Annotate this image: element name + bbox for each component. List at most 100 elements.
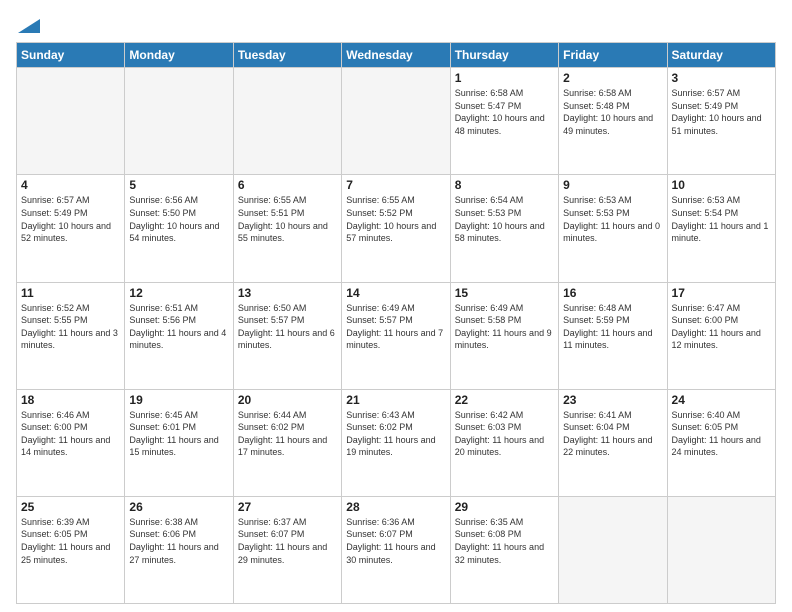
day-info: Sunrise: 6:45 AMSunset: 6:01 PMDaylight:… <box>129 409 228 459</box>
day-cell: 26 Sunrise: 6:38 AMSunset: 6:06 PMDayligh… <box>125 496 233 603</box>
weekday-sunday: Sunday <box>17 43 125 68</box>
day-info: Sunrise: 6:55 AMSunset: 5:51 PMDaylight:… <box>238 194 337 244</box>
day-number: 23 <box>563 393 662 407</box>
day-number: 18 <box>21 393 120 407</box>
day-cell: 23 Sunrise: 6:41 AMSunset: 6:04 PMDayligh… <box>559 389 667 496</box>
weekday-thursday: Thursday <box>450 43 558 68</box>
day-info: Sunrise: 6:46 AMSunset: 6:00 PMDaylight:… <box>21 409 120 459</box>
weekday-saturday: Saturday <box>667 43 775 68</box>
day-number: 20 <box>238 393 337 407</box>
day-cell: 16 Sunrise: 6:48 AMSunset: 5:59 PMDayligh… <box>559 282 667 389</box>
week-row-1: 1 Sunrise: 6:58 AMSunset: 5:47 PMDaylight… <box>17 68 776 175</box>
day-number: 28 <box>346 500 445 514</box>
day-info: Sunrise: 6:48 AMSunset: 5:59 PMDaylight:… <box>563 302 662 352</box>
day-cell: 12 Sunrise: 6:51 AMSunset: 5:56 PMDayligh… <box>125 282 233 389</box>
day-cell: 28 Sunrise: 6:36 AMSunset: 6:07 PMDayligh… <box>342 496 450 603</box>
day-info: Sunrise: 6:51 AMSunset: 5:56 PMDaylight:… <box>129 302 228 352</box>
day-info: Sunrise: 6:38 AMSunset: 6:06 PMDaylight:… <box>129 516 228 566</box>
day-number: 12 <box>129 286 228 300</box>
day-info: Sunrise: 6:53 AMSunset: 5:54 PMDaylight:… <box>672 194 771 244</box>
day-info: Sunrise: 6:57 AMSunset: 5:49 PMDaylight:… <box>21 194 120 244</box>
day-info: Sunrise: 6:49 AMSunset: 5:57 PMDaylight:… <box>346 302 445 352</box>
day-number: 19 <box>129 393 228 407</box>
day-info: Sunrise: 6:41 AMSunset: 6:04 PMDaylight:… <box>563 409 662 459</box>
week-row-5: 25 Sunrise: 6:39 AMSunset: 6:05 PMDayligh… <box>17 496 776 603</box>
day-number: 10 <box>672 178 771 192</box>
day-number: 9 <box>563 178 662 192</box>
day-cell: 4Sunrise: 6:57 AMSunset: 5:49 PMDaylight… <box>17 175 125 282</box>
day-cell <box>342 68 450 175</box>
day-number: 27 <box>238 500 337 514</box>
day-cell: 6 Sunrise: 6:55 AMSunset: 5:51 PMDaylight… <box>233 175 341 282</box>
day-info: Sunrise: 6:43 AMSunset: 6:02 PMDaylight:… <box>346 409 445 459</box>
day-cell: 18 Sunrise: 6:46 AMSunset: 6:00 PMDayligh… <box>17 389 125 496</box>
day-info: Sunrise: 6:44 AMSunset: 6:02 PMDaylight:… <box>238 409 337 459</box>
day-cell <box>233 68 341 175</box>
day-info: Sunrise: 6:42 AMSunset: 6:03 PMDaylight:… <box>455 409 554 459</box>
day-cell: 1 Sunrise: 6:58 AMSunset: 5:47 PMDaylight… <box>450 68 558 175</box>
day-info: Sunrise: 6:56 AMSunset: 5:50 PMDaylight:… <box>129 194 228 244</box>
day-info: Sunrise: 6:52 AMSunset: 5:55 PMDaylight:… <box>21 302 120 352</box>
day-number: 13 <box>238 286 337 300</box>
day-cell: 2 Sunrise: 6:58 AMSunset: 5:48 PMDaylight… <box>559 68 667 175</box>
day-cell: 29 Sunrise: 6:35 AMSunset: 6:08 PMDayligh… <box>450 496 558 603</box>
day-cell: 14 Sunrise: 6:49 AMSunset: 5:57 PMDayligh… <box>342 282 450 389</box>
day-cell: 10 Sunrise: 6:53 AMSunset: 5:54 PMDayligh… <box>667 175 775 282</box>
day-number: 7 <box>346 178 445 192</box>
day-cell <box>125 68 233 175</box>
day-cell: 27 Sunrise: 6:37 AMSunset: 6:07 PMDayligh… <box>233 496 341 603</box>
day-cell <box>17 68 125 175</box>
day-cell: 20 Sunrise: 6:44 AMSunset: 6:02 PMDayligh… <box>233 389 341 496</box>
day-number: 6 <box>238 178 337 192</box>
day-cell: 7Sunrise: 6:55 AMSunset: 5:52 PMDaylight… <box>342 175 450 282</box>
day-info: Sunrise: 6:37 AMSunset: 6:07 PMDaylight:… <box>238 516 337 566</box>
day-cell: 24 Sunrise: 6:40 AMSunset: 6:05 PMDayligh… <box>667 389 775 496</box>
day-cell: 15Sunrise: 6:49 AMSunset: 5:58 PMDayligh… <box>450 282 558 389</box>
day-number: 29 <box>455 500 554 514</box>
day-info: Sunrise: 6:40 AMSunset: 6:05 PMDaylight:… <box>672 409 771 459</box>
week-row-2: 4Sunrise: 6:57 AMSunset: 5:49 PMDaylight… <box>17 175 776 282</box>
day-cell: 21 Sunrise: 6:43 AMSunset: 6:02 PMDayligh… <box>342 389 450 496</box>
day-cell: 8 Sunrise: 6:54 AMSunset: 5:53 PMDaylight… <box>450 175 558 282</box>
day-info: Sunrise: 6:54 AMSunset: 5:53 PMDaylight:… <box>455 194 554 244</box>
day-info: Sunrise: 6:57 AMSunset: 5:49 PMDaylight:… <box>672 87 771 137</box>
day-info: Sunrise: 6:36 AMSunset: 6:07 PMDaylight:… <box>346 516 445 566</box>
day-number: 2 <box>563 71 662 85</box>
day-number: 25 <box>21 500 120 514</box>
day-info: Sunrise: 6:50 AMSunset: 5:57 PMDaylight:… <box>238 302 337 352</box>
weekday-wednesday: Wednesday <box>342 43 450 68</box>
logo-icon <box>18 19 40 33</box>
day-number: 8 <box>455 178 554 192</box>
day-cell <box>559 496 667 603</box>
day-info: Sunrise: 6:58 AMSunset: 5:47 PMDaylight:… <box>455 87 554 137</box>
day-info: Sunrise: 6:35 AMSunset: 6:08 PMDaylight:… <box>455 516 554 566</box>
header <box>16 12 776 36</box>
day-number: 3 <box>672 71 771 85</box>
day-number: 17 <box>672 286 771 300</box>
day-cell <box>667 496 775 603</box>
day-cell: 13 Sunrise: 6:50 AMSunset: 5:57 PMDayligh… <box>233 282 341 389</box>
day-number: 16 <box>563 286 662 300</box>
day-info: Sunrise: 6:47 AMSunset: 6:00 PMDaylight:… <box>672 302 771 352</box>
day-number: 21 <box>346 393 445 407</box>
day-cell: 25 Sunrise: 6:39 AMSunset: 6:05 PMDayligh… <box>17 496 125 603</box>
day-number: 24 <box>672 393 771 407</box>
day-number: 11 <box>21 286 120 300</box>
weekday-tuesday: Tuesday <box>233 43 341 68</box>
day-cell: 3 Sunrise: 6:57 AMSunset: 5:49 PMDaylight… <box>667 68 775 175</box>
week-row-3: 11 Sunrise: 6:52 AMSunset: 5:55 PMDayligh… <box>17 282 776 389</box>
day-cell: 11 Sunrise: 6:52 AMSunset: 5:55 PMDayligh… <box>17 282 125 389</box>
day-cell: 5 Sunrise: 6:56 AMSunset: 5:50 PMDaylight… <box>125 175 233 282</box>
day-cell: 19 Sunrise: 6:45 AMSunset: 6:01 PMDayligh… <box>125 389 233 496</box>
day-number: 14 <box>346 286 445 300</box>
day-number: 1 <box>455 71 554 85</box>
logo <box>16 12 40 36</box>
day-number: 22 <box>455 393 554 407</box>
day-info: Sunrise: 6:49 AMSunset: 5:58 PMDaylight:… <box>455 302 554 352</box>
week-row-4: 18 Sunrise: 6:46 AMSunset: 6:00 PMDayligh… <box>17 389 776 496</box>
weekday-friday: Friday <box>559 43 667 68</box>
day-info: Sunrise: 6:39 AMSunset: 6:05 PMDaylight:… <box>21 516 120 566</box>
day-info: Sunrise: 6:58 AMSunset: 5:48 PMDaylight:… <box>563 87 662 137</box>
day-number: 5 <box>129 178 228 192</box>
day-number: 26 <box>129 500 228 514</box>
